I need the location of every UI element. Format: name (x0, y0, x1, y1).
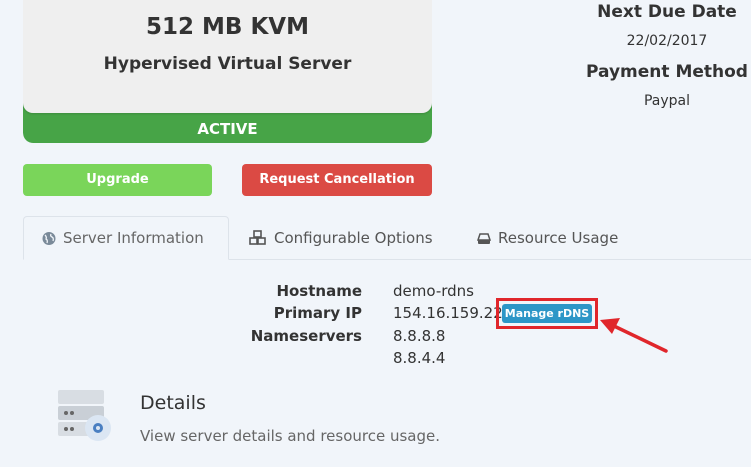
tab-resource-usage[interactable]: Resource Usage (464, 216, 630, 260)
product-card: 512 MB KVM Hypervised Virtual Server ACT… (23, 0, 432, 143)
product-card-body: 512 MB KVM Hypervised Virtual Server (23, 0, 432, 113)
payment-method-value: Paypal (643, 93, 691, 109)
tab-server-information-label: Server Information (63, 229, 204, 247)
nameservers-label: Nameservers (250, 327, 362, 345)
hostname-value: demo-rdns (393, 282, 474, 300)
product-name: 512 MB KVM (146, 14, 309, 40)
server-settings-icon (58, 390, 111, 441)
pointer-arrow-icon (600, 318, 668, 353)
details-title: Details (140, 392, 206, 414)
primary-ip-value: 154.16.159.225 (393, 304, 513, 322)
primary-ip-label: Primary IP (273, 304, 362, 322)
tab-resource-usage-label: Resource Usage (498, 229, 619, 247)
next-due-date-label: Next Due Date (597, 2, 737, 22)
hdd-icon (476, 230, 492, 246)
manage-rdns-button[interactable]: Manage rDNS (502, 304, 592, 323)
tab-configurable-options-label: Configurable Options (274, 229, 433, 247)
hostname-label: Hostname (276, 282, 362, 300)
payment-method-label: Payment Method (586, 62, 748, 82)
request-cancellation-button[interactable]: Request Cancellation (242, 164, 432, 196)
tab-configurable-options[interactable]: Configurable Options (236, 216, 445, 260)
globe-icon (41, 230, 57, 246)
nameserver-2: 8.8.4.4 (393, 349, 446, 367)
upgrade-button[interactable]: Upgrade (23, 164, 212, 196)
tab-server-information[interactable]: Server Information (23, 216, 229, 260)
cubes-icon (248, 230, 268, 246)
next-due-date-value: 22/02/2017 (626, 33, 708, 49)
manage-rdns-highlight: Manage rDNS (496, 298, 598, 329)
nameserver-1: 8.8.8.8 (393, 327, 446, 345)
details-description: View server details and resource usage. (140, 427, 441, 445)
product-description: Hypervised Virtual Server (103, 54, 352, 74)
